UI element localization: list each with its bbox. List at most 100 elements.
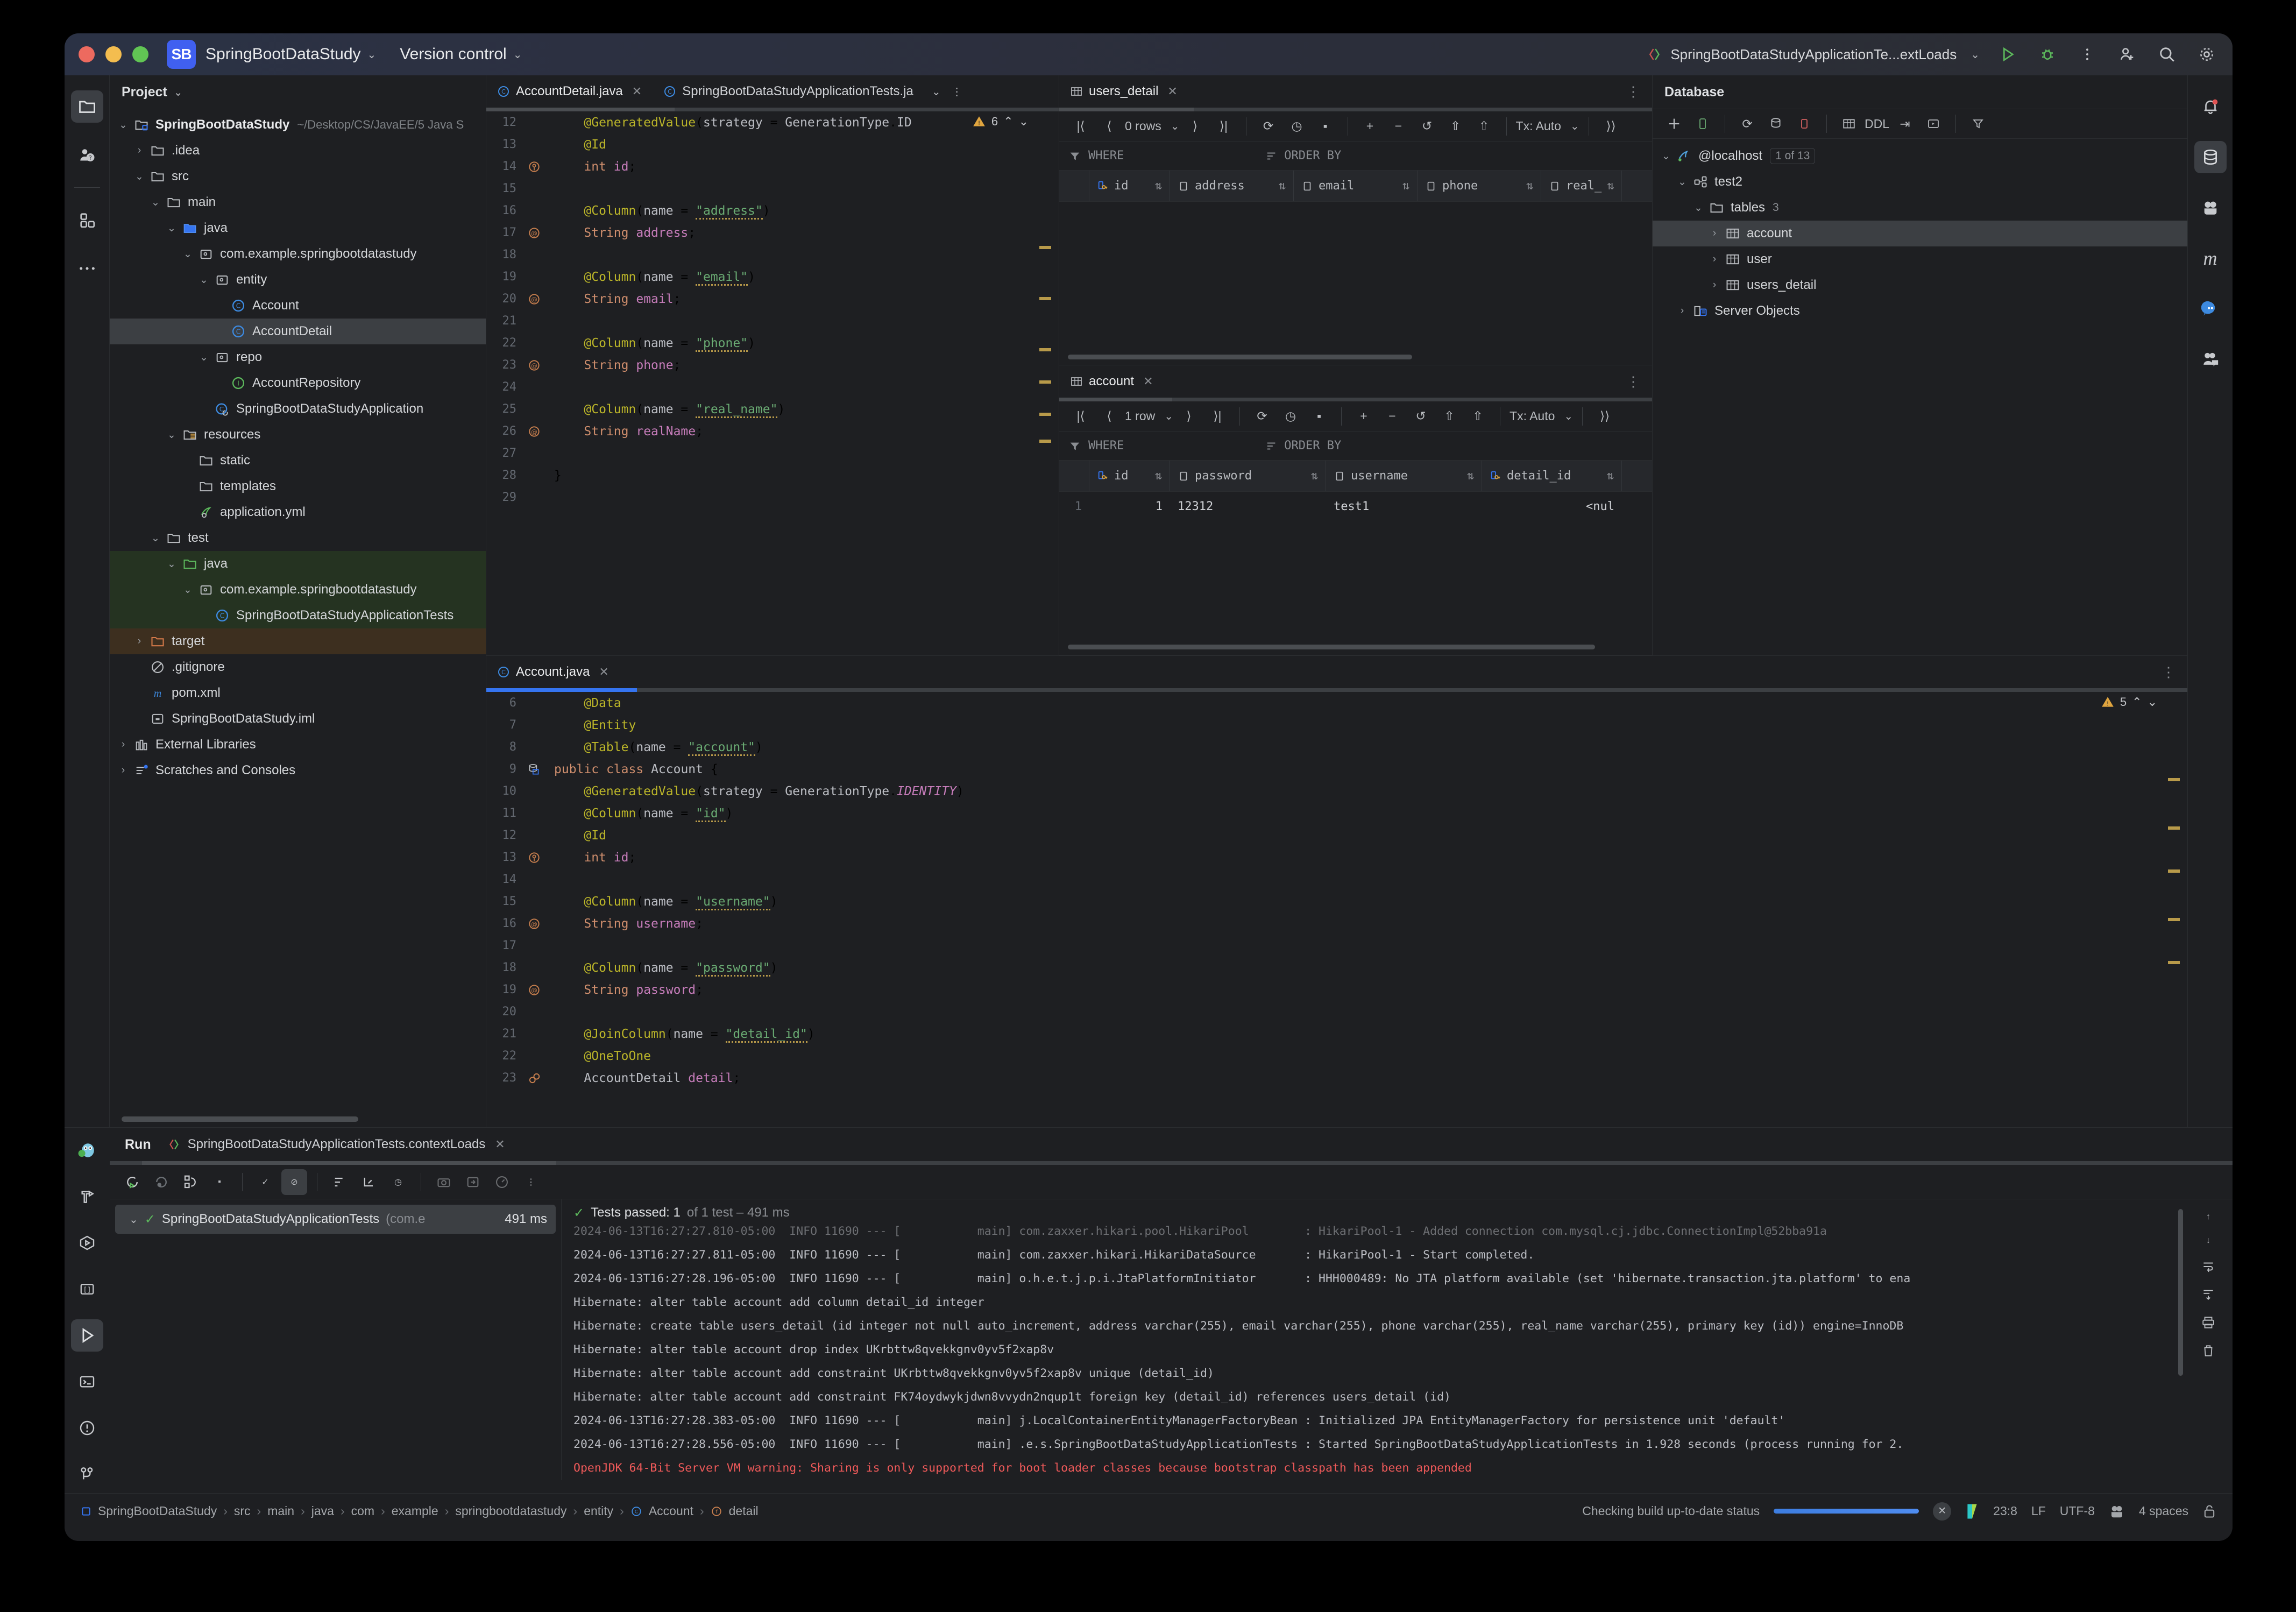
reload-icon[interactable]: ⟳	[1249, 404, 1275, 429]
database-tree-row[interactable]: ›account	[1653, 221, 2187, 246]
chevron-down-icon[interactable]: ⌄	[1164, 409, 1173, 423]
code-line[interactable]: 16@ String username;	[486, 913, 2187, 935]
column-header[interactable]: phone⇅	[1418, 171, 1541, 201]
code-line[interactable]: 29	[486, 486, 1059, 508]
jump-to-source-icon[interactable]: ⇥	[1892, 111, 1918, 137]
chevron-down-icon[interactable]: ⌄	[1570, 119, 1579, 133]
project-tree-row[interactable]: templates	[110, 473, 486, 499]
project-tree-row[interactable]: ⌄resources	[110, 422, 486, 448]
cell-id[interactable]: 1	[1089, 492, 1170, 521]
ddl-button[interactable]: DDL	[1865, 117, 1889, 131]
column-header[interactable]: detail_id⇅	[1482, 461, 1622, 491]
scroll-up-icon[interactable]: ↑	[2206, 1212, 2210, 1222]
chevron-down-icon[interactable]: ⌄	[146, 532, 165, 545]
sort-arrows-icon[interactable]: ⇅	[1607, 469, 1614, 483]
learn-tool-icon[interactable]: ?	[71, 139, 103, 171]
file-encoding[interactable]: UTF-8	[2060, 1504, 2095, 1518]
tab-springbootdatastudyapplicationtests-java[interactable]: C SpringBootDataStudyApplicationTests.ja	[653, 75, 924, 108]
add-row-icon[interactable]: +	[1351, 404, 1377, 429]
clear-all-icon[interactable]	[2201, 1344, 2215, 1358]
project-tree-row[interactable]: ⌄repo	[110, 344, 486, 370]
code-line[interactable]: 17	[486, 935, 2187, 957]
history-clock-icon[interactable]: ◷	[1278, 404, 1303, 429]
project-tree-row[interactable]: ⌄com.example.springbootdatastudy	[110, 241, 486, 267]
chevron-right-icon[interactable]: ›	[1673, 305, 1691, 317]
inspection-warning-badge[interactable]: ! 6 ⌃ ⌄	[972, 115, 1029, 129]
code-line[interactable]: 12 @Id	[486, 824, 2187, 846]
sort-arrows-icon[interactable]: ⇅	[1279, 179, 1286, 193]
last-page-icon[interactable]: ⟩|	[1211, 114, 1237, 139]
code-line[interactable]: 27	[486, 442, 1059, 464]
ai-assistant-icon[interactable]	[2194, 192, 2227, 224]
table-row[interactable]: 1112312test1<nul	[1059, 492, 1652, 521]
code-line[interactable]: 19@ String password;	[486, 979, 2187, 1001]
soft-wrap-icon[interactable]	[2201, 1260, 2215, 1274]
code-line[interactable]: 10 @GeneratedValue(strategy = Generation…	[486, 780, 2187, 802]
code-line[interactable]: 17@ String address;	[486, 222, 1059, 244]
sort-arrows-icon[interactable]: ⇅	[1526, 179, 1533, 193]
code-line[interactable]: 21	[486, 310, 1059, 332]
project-tree-row[interactable]: ⌄entity	[110, 267, 486, 293]
chevron-down-icon[interactable]: ⌄	[367, 48, 377, 61]
project-tool-icon[interactable]	[71, 90, 103, 123]
project-tree-row[interactable]: ⌄main	[110, 189, 486, 215]
breadcrumb-item[interactable]: Account	[649, 1504, 693, 1518]
run-tool-icon[interactable]	[71, 1319, 103, 1352]
code-line[interactable]: 18 @Column(name = "password")	[486, 957, 2187, 979]
filter-icon[interactable]	[1069, 440, 1081, 452]
chevron-down-icon[interactable]: ⌄	[146, 196, 165, 209]
database-tree-row[interactable]: ⌄tables3	[1653, 195, 2187, 221]
column-header[interactable]: email⇅	[1294, 171, 1418, 201]
project-tree-row[interactable]: ⌄com.example.springbootdatastudy	[110, 577, 486, 603]
project-tree-row[interactable]: ›External Libraries	[110, 732, 486, 758]
warnings-icon[interactable]	[71, 1412, 103, 1444]
chevron-down-icon[interactable]: ⌄	[1673, 176, 1691, 188]
order-by-label[interactable]: ORDER BY	[1284, 149, 1341, 162]
project-tree-row[interactable]: mpom.xml	[110, 680, 486, 706]
rerun-failed-icon[interactable]	[148, 1169, 174, 1195]
chevron-down-icon[interactable]: ⌄	[174, 86, 183, 99]
last-page-icon[interactable]: ⟩|	[1204, 404, 1230, 429]
refresh-icon[interactable]: ⟳	[1734, 111, 1760, 137]
console-scrollbar[interactable]	[2178, 1209, 2183, 1376]
gutter-icon[interactable]	[522, 1071, 547, 1085]
run-tab[interactable]: SpringBootDataStudyApplicationTests.cont…	[167, 1137, 505, 1152]
rerun-icon[interactable]	[119, 1169, 145, 1195]
chevron-down-icon[interactable]: ⌄	[129, 1213, 138, 1226]
sort-arrows-icon[interactable]: ⇅	[1467, 469, 1474, 483]
close-icon[interactable]: ✕	[632, 84, 642, 98]
cell-detail-id[interactable]: <nul	[1482, 492, 1622, 521]
db-grid-header-account[interactable]: id⇅password⇅username⇅detail_id⇅	[1059, 461, 1652, 492]
code-line[interactable]: 8 @Table(name = "account")	[486, 736, 2187, 758]
lock-icon[interactable]	[2202, 1504, 2216, 1519]
breadcrumb-item[interactable]: main	[267, 1504, 294, 1518]
terminal-icon[interactable]	[71, 1366, 103, 1398]
services-icon[interactable]	[71, 1227, 103, 1259]
chevron-down-icon[interactable]: ⌄	[932, 85, 941, 98]
table-editor-icon[interactable]	[1836, 111, 1862, 137]
open-console-icon[interactable]	[1921, 111, 1946, 137]
column-header[interactable]: id⇅	[1089, 171, 1170, 201]
profiler-icon[interactable]	[489, 1169, 515, 1195]
tab-account-java[interactable]: C Account.java ✕	[486, 656, 620, 688]
submit-icon[interactable]: ⇧	[1465, 404, 1491, 429]
history-clock-icon[interactable]: ◷	[1284, 114, 1310, 139]
stop-icon[interactable]: ▪	[1306, 404, 1332, 429]
code-line[interactable]: 13 int id;	[486, 846, 2187, 868]
tx-mode-label[interactable]: Tx: Auto	[1510, 409, 1555, 423]
project-tree-row[interactable]: CSpringBootDataStudyApplication	[110, 396, 486, 422]
chevron-down-icon[interactable]: ⌄	[179, 248, 197, 260]
code-line[interactable]: 7 @Entity	[486, 714, 2187, 736]
gutter-icon[interactable]: @	[522, 983, 547, 997]
chevron-right-icon[interactable]: ›	[130, 145, 148, 157]
console-output[interactable]: ✓ Tests passed: 1 of 1 test – 491 ms 202…	[562, 1199, 2233, 1480]
code-line[interactable]: 25 @Column(name = "real_name")	[486, 398, 1059, 420]
chevron-right-icon[interactable]: ›	[114, 765, 132, 776]
tx-mode-label[interactable]: Tx: Auto	[1516, 119, 1561, 133]
project-tree-row[interactable]: ⌄java	[110, 215, 486, 241]
commit-icon[interactable]: ⇧	[1436, 404, 1462, 429]
expand-toolbar-icon[interactable]: ⟩⟩	[1592, 404, 1618, 429]
project-tree-row[interactable]: application.yml	[110, 499, 486, 525]
row-count-label[interactable]: 0 rows	[1125, 119, 1161, 133]
chevron-down-icon[interactable]: ⌄	[162, 429, 181, 441]
